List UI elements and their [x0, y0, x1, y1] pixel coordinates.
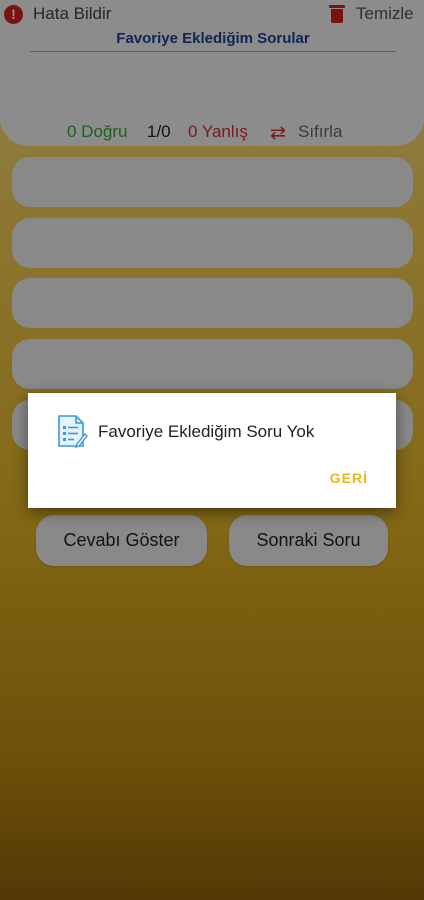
- document-list-icon: [58, 415, 88, 449]
- dialog-message: Favoriye Eklediğim Soru Yok: [98, 422, 315, 441]
- empty-favorites-dialog: Favoriye Eklediğim Soru Yok GERİ: [28, 393, 396, 508]
- back-button[interactable]: GERİ: [330, 470, 368, 486]
